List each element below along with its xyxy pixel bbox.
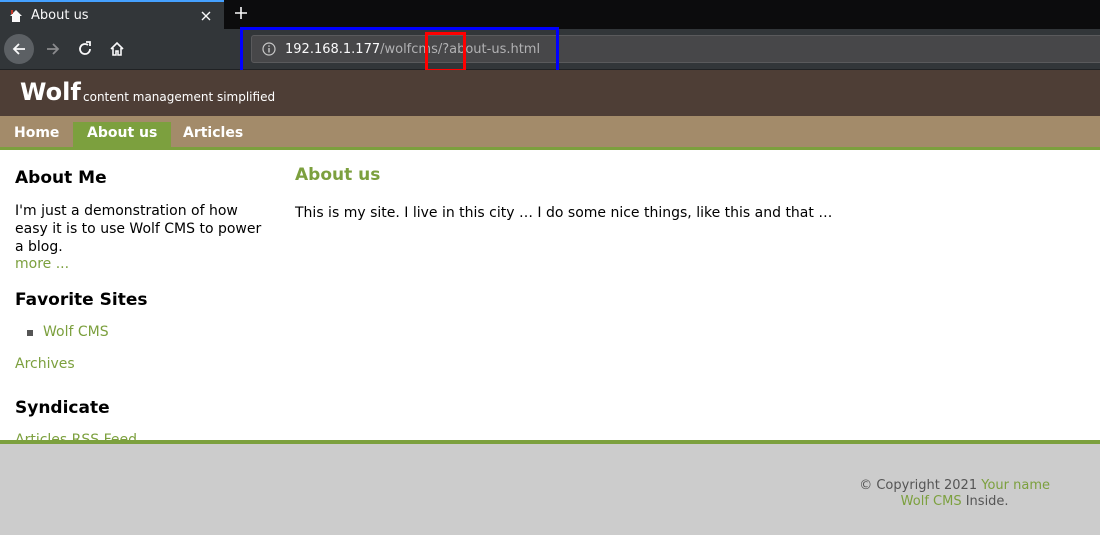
site-footer: © Copyright 2021 Your name Wolf CMS Insi… <box>0 440 1100 535</box>
inside-text: Inside. <box>965 494 1009 509</box>
site-logo[interactable]: Wolf <box>20 78 81 106</box>
more-link[interactable]: more ... <box>15 256 265 272</box>
url-host: 192.168.1.177 <box>285 41 381 57</box>
page-body: This is my site. I live in this city … I… <box>295 205 833 221</box>
home-favicon-icon <box>8 8 24 24</box>
site-navigation: Home About us Articles <box>0 116 1100 150</box>
footer-cms-link[interactable]: Wolf CMS <box>901 494 962 509</box>
page-title: About us <box>295 165 381 185</box>
tab-strip: About us <box>0 0 1100 29</box>
tab-title: About us <box>31 8 89 23</box>
sidebar: About Me I'm just a demonstration of how… <box>15 168 265 448</box>
favorite-sites-list: Wolf CMS <box>27 324 265 340</box>
nav-item-articles[interactable]: Articles <box>169 122 257 147</box>
footer-text: © Copyright 2021 Your name Wolf CMS Insi… <box>859 478 1050 510</box>
favorite-sites-heading: Favorite Sites <box>15 290 148 310</box>
active-tab[interactable]: About us <box>0 0 224 29</box>
your-name-link[interactable]: Your name <box>981 478 1050 493</box>
archives-link[interactable]: Archives <box>15 356 265 372</box>
copyright-text: © Copyright 2021 <box>859 478 978 493</box>
home-icon[interactable] <box>102 34 132 64</box>
new-tab-icon[interactable] <box>230 2 252 24</box>
address-bar[interactable]: 192.168.1.177/wolfcms/?about-us.html <box>251 35 1100 63</box>
nav-item-home[interactable]: Home <box>0 122 73 147</box>
nav-item-about-us[interactable]: About us <box>73 122 172 147</box>
site-slogan: content management simplified <box>83 90 276 104</box>
about-me-text: I'm just a demonstration of how easy it … <box>15 203 262 255</box>
syndicate-heading: Syndicate <box>15 398 110 418</box>
about-me-heading: About Me <box>15 168 107 188</box>
back-icon[interactable] <box>4 34 34 64</box>
wolf-cms-link[interactable]: Wolf CMS <box>43 324 109 340</box>
list-item: Wolf CMS <box>27 324 265 340</box>
reload-icon[interactable] <box>70 34 100 64</box>
close-tab-icon[interactable] <box>198 8 214 24</box>
url-text[interactable]: 192.168.1.177/wolfcms/?about-us.html <box>285 42 540 57</box>
navigation-toolbar: 192.168.1.177/wolfcms/?about-us.html <box>0 29 1100 70</box>
url-path: /wolfcms/?about-us.html <box>380 41 541 57</box>
forward-icon[interactable] <box>38 34 68 64</box>
info-icon[interactable] <box>261 41 277 57</box>
site-header: Wolf content management simplified <box>0 70 1100 116</box>
main-content: About us This is my site. I live in this… <box>295 165 1075 221</box>
